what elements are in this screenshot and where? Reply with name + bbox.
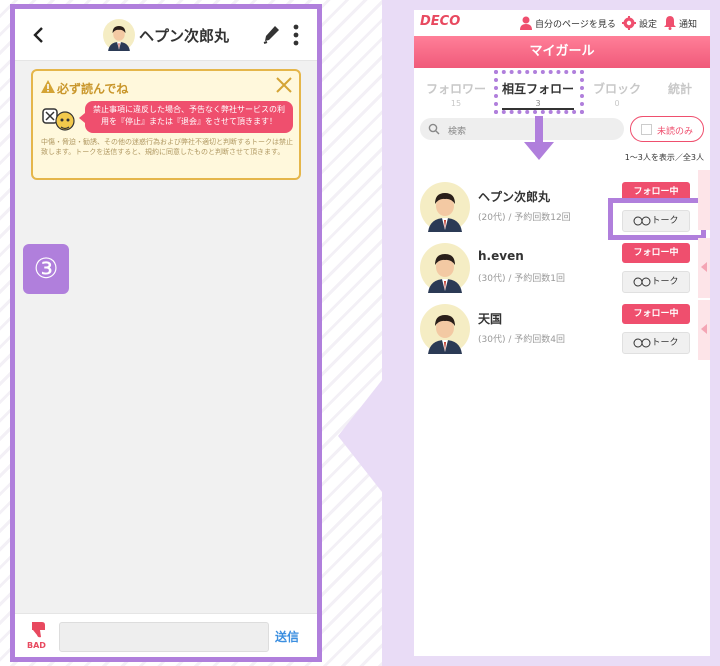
user-meta: (20代) / 予約回数12回 <box>478 213 571 223</box>
top-bar: DECO 自分のページを見る 設定 通知 <box>414 10 710 36</box>
arrow-down-icon <box>524 116 554 160</box>
callout-pointer <box>338 380 382 492</box>
following-button[interactable]: フォロー中 <box>622 243 690 263</box>
tab-count: 15 <box>450 99 462 108</box>
send-button[interactable]: 送信 <box>275 628 299 645</box>
follow-list-screen: DECO 自分のページを見る 設定 通知 マイガール フォロワー 15 相互フォ… <box>414 10 710 656</box>
notice-body: 中傷・脅迫・勧誘、その他の迷惑行為および弊社不適切と判断するトークは禁止致します… <box>41 138 293 156</box>
bad-label: BAD <box>27 641 46 650</box>
tab-label: 統計 <box>667 82 692 96</box>
user-meta: (30代) / 予約回数1回 <box>478 274 565 284</box>
chevron-left-icon <box>701 262 707 272</box>
search-placeholder: 検索 <box>448 127 467 137</box>
chat-user-name: ヘプン次郎丸 <box>139 27 230 45</box>
talk-button[interactable]: トーク <box>622 332 690 354</box>
talk-label: トーク <box>651 338 679 348</box>
chevron-left-icon[interactable] <box>29 25 49 45</box>
unread-label: 未読のみ <box>657 127 694 137</box>
chat-footer: BAD 送信 <box>15 613 317 657</box>
side-drawer-tab[interactable] <box>698 170 710 230</box>
following-button[interactable]: フォロー中 <box>622 304 690 324</box>
search-input[interactable]: 検索 <box>420 118 624 140</box>
list-item[interactable]: h.even (30代) / 予約回数1回 フォロー中 トーク <box>414 243 710 305</box>
tab-highlight-box <box>494 70 584 114</box>
thumbs-down-icon[interactable] <box>29 620 49 640</box>
message-input[interactable] <box>59 622 269 652</box>
user-name: h.even <box>478 249 524 263</box>
user-meta: (30代) / 予約回数4回 <box>478 335 565 345</box>
mascot-icon <box>42 108 75 131</box>
tab-label: ブロック <box>592 82 641 96</box>
avatar <box>103 19 135 51</box>
side-drawer-tab[interactable] <box>698 238 710 298</box>
gear-icon <box>622 16 636 30</box>
avatar <box>420 304 470 354</box>
page-title: マイガール <box>414 36 710 68</box>
side-drawer-tab[interactable] <box>698 300 710 360</box>
tab-stats[interactable]: 統計 <box>660 80 700 99</box>
step-badge: ③ <box>23 244 69 294</box>
more-vertical-icon[interactable] <box>291 23 301 47</box>
close-icon[interactable] <box>275 76 293 94</box>
talk-button[interactable]: トーク <box>622 271 690 293</box>
bell-icon <box>664 16 676 30</box>
chat-bubble-icon <box>633 277 651 286</box>
notice-title: 必ず読んでね <box>57 82 129 96</box>
notice-panel: 必ず読んでね 禁止事項に違反した場合、予告なく弊社サービスの利用を『停止』または… <box>31 69 301 180</box>
mypage-link[interactable]: 自分のページを見る <box>535 17 616 30</box>
talk-label: トーク <box>651 277 679 287</box>
tab-followers[interactable]: フォロワー 15 <box>424 80 488 108</box>
warning-icon <box>41 80 55 93</box>
notify-link[interactable]: 通知 <box>679 17 697 30</box>
pencil-icon[interactable] <box>261 23 281 45</box>
person-icon <box>520 16 532 30</box>
search-icon <box>428 123 440 135</box>
tab-label: フォロワー <box>425 82 486 96</box>
user-name: 天国 <box>478 312 503 326</box>
list-item[interactable]: 天国 (30代) / 予約回数4回 フォロー中 トーク <box>414 304 710 366</box>
result-count: 1〜3人を表示／全3人 <box>624 153 704 162</box>
user-name: ヘプン次郎丸 <box>478 190 551 204</box>
tab-block[interactable]: ブロック 0 <box>586 80 648 108</box>
warning-bubble: 禁止事項に違反した場合、予告なく弊社サービスの利用を『停止』または『退会』をさせ… <box>79 101 293 133</box>
tab-count: 0 <box>614 99 620 108</box>
chevron-left-icon <box>701 324 707 334</box>
deco-logo[interactable]: DECO <box>420 14 460 29</box>
unread-checkbox[interactable] <box>641 124 652 135</box>
chat-header: ヘプン次郎丸 <box>15 9 317 61</box>
talk-highlight-box <box>608 198 706 240</box>
chat-screen: ヘプン次郎丸 必ず読んでね 禁止事項に違反した場合、予告なく弊社サービスの利用を… <box>10 4 322 662</box>
follow-list-panel: DECO 自分のページを見る 設定 通知 マイガール フォロワー 15 相互フォ… <box>382 0 720 666</box>
settings-link[interactable]: 設定 <box>639 17 657 30</box>
avatar <box>420 243 470 293</box>
avatar <box>420 182 470 232</box>
unread-only-toggle[interactable]: 未読のみ <box>630 116 704 142</box>
chat-bubble-icon <box>633 338 651 347</box>
